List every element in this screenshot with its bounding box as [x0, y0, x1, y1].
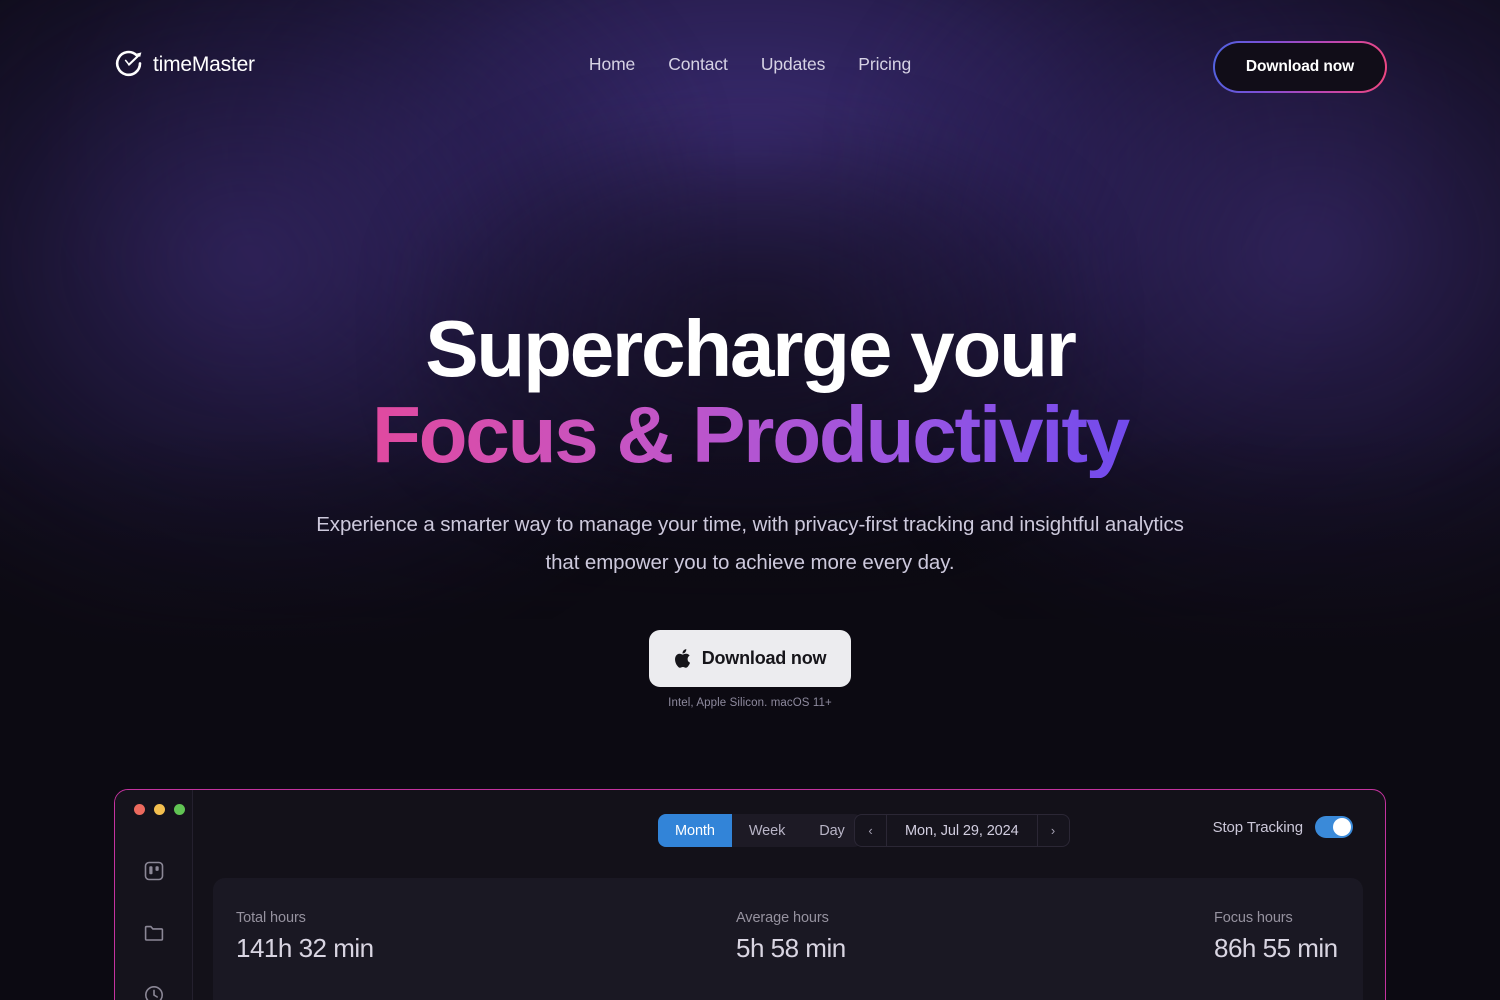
current-date-label: Mon, Jul 29, 2024 [905, 822, 1019, 839]
header-download-button-inner: Download now [1215, 43, 1385, 91]
sidebar-item-board[interactable] [115, 840, 193, 902]
folder-icon [143, 922, 165, 944]
stat-average-hours-label: Average hours [736, 910, 829, 926]
page-title-line2: Focus & Productivity [100, 392, 1400, 478]
nav-item-home[interactable]: Home [589, 54, 635, 75]
close-icon[interactable] [134, 804, 145, 815]
stat-total-hours-value: 141h 32 min [236, 933, 374, 963]
stat-total-hours: Total hours 141h 32 min [236, 910, 374, 964]
tracking-toggle[interactable] [1315, 816, 1353, 838]
main-nav: Home Contact Updates Pricing [589, 54, 911, 75]
site-header: timeMaster Home Contact Updates Pricing … [0, 0, 1500, 133]
date-navigator: ‹ Mon, Jul 29, 2024 › [854, 814, 1070, 847]
minimize-icon[interactable] [154, 804, 165, 815]
nav-item-pricing[interactable]: Pricing [858, 54, 911, 75]
stat-focus-hours: Focus hours 86h 55 min [1214, 910, 1338, 964]
clock-arrow-icon [112, 48, 146, 82]
stat-total-hours-label: Total hours [236, 910, 306, 926]
page-title-line1: Supercharge your [425, 304, 1077, 393]
range-option-month[interactable]: Month [658, 814, 732, 847]
hero-download-note: Intel, Apple Silicon. macOS 11+ [668, 697, 832, 709]
tracking-toggle-knob [1333, 818, 1351, 836]
sidebar-item-folder[interactable] [115, 902, 193, 964]
next-date-button[interactable]: › [1036, 815, 1069, 846]
tracking-label: Stop Tracking [1212, 818, 1304, 836]
range-segmented-control: Month Week Day [658, 814, 862, 847]
apple-logo-icon [674, 648, 691, 669]
prev-date-button[interactable]: ‹ [855, 815, 887, 846]
app-preview-window: Month Week Day ‹ Mon, Jul 29, 2024 › Sto… [114, 789, 1386, 1000]
hero-subheadline: Experience a smarter way to manage your … [316, 513, 1184, 574]
tracking-control: Stop Tracking [1213, 816, 1353, 838]
app-sidebar [115, 790, 193, 1000]
stat-focus-hours-value: 86h 55 min [1214, 933, 1338, 963]
stat-average-hours: Average hours 5h 58 min [736, 910, 846, 964]
brand-logo[interactable]: timeMaster [112, 48, 255, 82]
stat-focus-hours-label: Focus hours [1214, 910, 1293, 926]
range-option-day[interactable]: Day [802, 814, 862, 847]
range-option-week[interactable]: Week [732, 814, 802, 847]
clock-icon [143, 984, 165, 1000]
nav-item-contact[interactable]: Contact [668, 54, 728, 75]
brand-name: timeMaster [153, 53, 255, 76]
hero-download-label: Download now [701, 648, 827, 668]
maximize-icon[interactable] [174, 804, 185, 815]
app-sidebar-icons [115, 840, 193, 1000]
app-toolbar: Month Week Day ‹ Mon, Jul 29, 2024 › Sto… [193, 790, 1385, 868]
landing-page: timeMaster Home Contact Updates Pricing … [0, 0, 1500, 1000]
sidebar-item-clock[interactable] [115, 964, 193, 1000]
header-download-button[interactable]: Download now [1213, 41, 1387, 93]
nav-item-updates[interactable]: Updates [761, 54, 826, 75]
stat-average-hours-value: 5h 58 min [736, 933, 846, 963]
window-traffic-lights [134, 804, 185, 815]
board-icon [143, 860, 165, 882]
stats-card: Total hours 141h 32 min Average hours 5h… [213, 878, 1363, 1000]
hero-download-button[interactable]: Download now [649, 630, 851, 687]
header-download-label: Download now [1245, 58, 1355, 75]
app-main-area: Month Week Day ‹ Mon, Jul 29, 2024 › Sto… [193, 790, 1385, 1000]
